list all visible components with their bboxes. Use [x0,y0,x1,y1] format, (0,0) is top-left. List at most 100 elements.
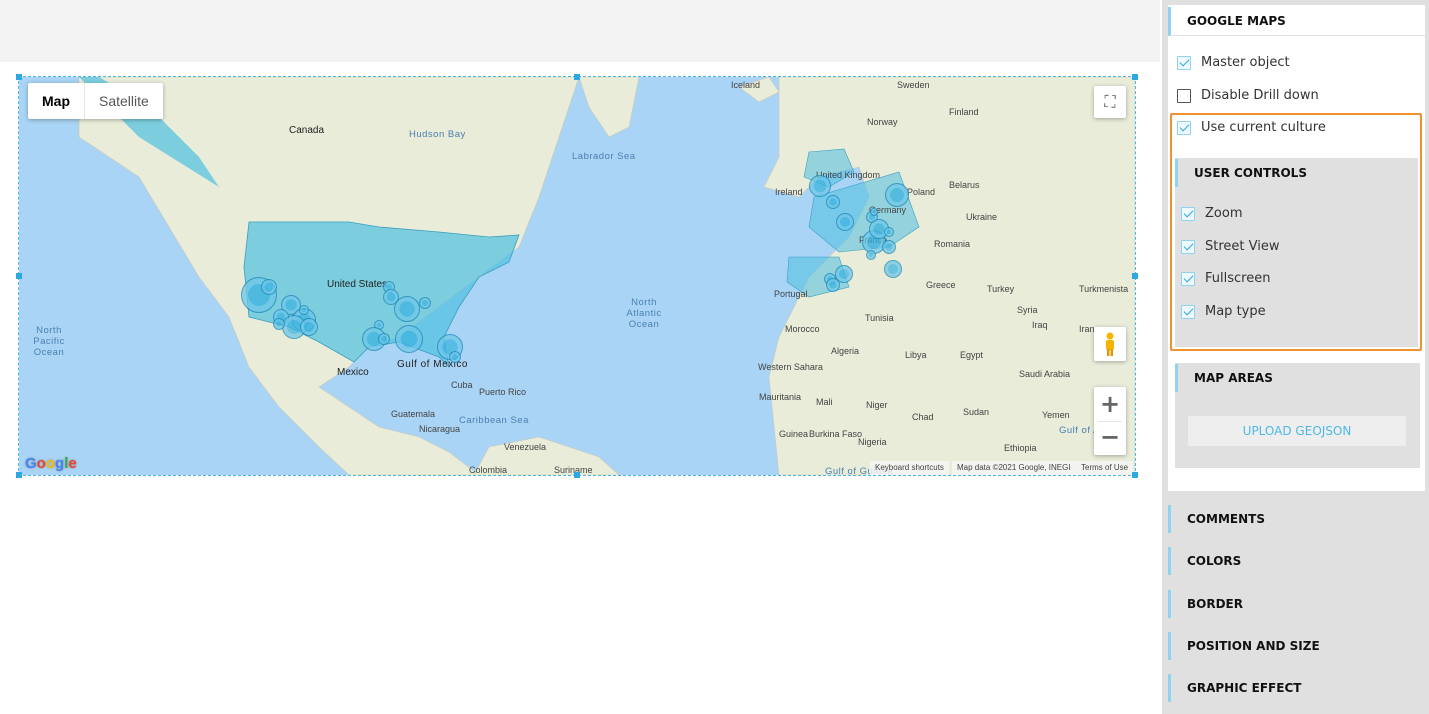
map-marker[interactable] [870,208,878,216]
zoom-out-icon[interactable]: − [1098,421,1122,455]
map-marker[interactable] [885,183,909,207]
map-marker[interactable] [419,297,431,309]
map-type-control[interactable]: Map Satellite [28,83,163,119]
position-and-size-section-header[interactable]: POSITION AND SIZE [1168,632,1320,660]
top-toolbar [0,0,1160,62]
map-marker[interactable] [300,318,318,336]
colors-section-header[interactable]: COLORS [1168,547,1241,575]
map-label: Nicaragua [419,424,461,434]
map-type-satellite-button[interactable]: Satellite [85,83,163,119]
map-label: Caribbean Sea [459,415,529,426]
map-marker[interactable] [836,213,854,231]
map-marker[interactable] [826,195,840,209]
map-label: Western Sahara [758,362,823,372]
map-label: Cuba [451,380,473,390]
map-label: Syria [1017,305,1038,315]
border-section-header[interactable]: BORDER [1168,590,1243,618]
user-controls-section: USER CONTROLS Zoom Street View Fullscree… [1175,158,1418,347]
map-label: Mauritania [759,392,802,402]
map-marker[interactable] [826,278,840,292]
map-data-attribution: Map data ©2021 Google, INEGI [952,461,1076,475]
disable-drill-down-checkbox[interactable]: Disable Drill down [1177,88,1319,103]
map-areas-section: MAP AREAS UPLOAD GEOJSON [1175,363,1420,468]
checkbox-icon[interactable] [1177,120,1191,135]
street-view-pegman-icon[interactable] [1094,327,1126,361]
map-marker[interactable] [809,175,831,197]
map-label: Chad [912,412,934,422]
map-label: Iceland [731,80,761,90]
google-maps-header[interactable]: GOOGLE MAPS [1168,7,1425,36]
checkbox-icon[interactable] [1177,55,1191,70]
google-maps-section: GOOGLE MAPS Master object Disable Drill … [1168,5,1425,491]
map-label: Burkina Faso [809,429,863,439]
keyboard-shortcuts-link[interactable]: Keyboard shortcuts [870,461,949,475]
street-view-checkbox[interactable]: Street View [1181,239,1279,254]
map-label: Canada [289,125,325,136]
map-type-map-button[interactable]: Map [28,83,85,119]
fullscreen-icon[interactable]: ⛶ [1094,86,1126,118]
fullscreen-checkbox[interactable]: Fullscreen [1181,271,1270,286]
map-areas-header[interactable]: MAP AREAS [1175,364,1273,392]
comments-section-header[interactable]: COMMENTS [1168,505,1265,533]
resize-handle[interactable] [1132,74,1138,80]
map-label: Colombia [469,465,508,475]
map-label: Turkey [987,284,1015,294]
map-marker[interactable] [394,296,420,322]
checkbox-icon[interactable] [1181,271,1195,286]
map-label: Nigeria [858,437,887,447]
map-marker[interactable] [882,240,896,254]
map-label: Yemen [1042,410,1070,420]
map-label: Venezuela [504,442,547,452]
master-object-checkbox[interactable]: Master object [1177,55,1290,70]
resize-handle[interactable] [16,273,22,279]
map-label: Guatemala [391,409,436,419]
map-label: Portugal [774,289,808,299]
resize-handle[interactable] [16,472,22,478]
map-label: Finland [949,107,979,117]
map-label: Egypt [960,350,984,360]
map-label: Belarus [949,180,980,190]
zoom-control[interactable]: + − [1094,387,1126,455]
map-label: Iraq [1032,320,1048,330]
map-label: Ireland [775,187,803,197]
map-label: Mali [816,397,833,407]
resize-handle[interactable] [574,74,580,80]
map-type-checkbox[interactable]: Map type [1181,304,1266,319]
resize-handle[interactable] [16,74,22,80]
map-label: North Pacific Ocean [33,325,65,358]
graphic-effect-section-header[interactable]: GRAPHIC EFFECT [1168,674,1301,702]
map-label: Turkmenista [1079,284,1129,294]
checkbox-icon[interactable] [1177,88,1191,103]
map-marker[interactable] [884,227,894,237]
map-label: Guinea [779,429,809,439]
map-label: Poland [907,187,936,197]
map-label: Greece [926,280,956,290]
user-controls-header[interactable]: USER CONTROLS [1175,159,1307,187]
checkbox-icon[interactable] [1181,239,1195,254]
resize-handle[interactable] [574,472,580,478]
checkbox-icon[interactable] [1181,304,1195,319]
map-marker[interactable] [378,333,390,345]
use-current-culture-checkbox[interactable]: Use current culture [1177,120,1326,135]
map-label: Niger [866,400,888,410]
google-map[interactable]: Iceland Sweden Finland Norway Canada Hudson B… [18,76,1136,476]
map-marker[interactable] [261,279,277,295]
map-marker[interactable] [449,351,461,363]
map-marker[interactable] [299,305,309,315]
upload-geojson-button[interactable]: UPLOAD GEOJSON [1188,416,1406,446]
map-marker[interactable] [884,260,902,278]
terms-of-use-link[interactable]: Terms of Use [1076,461,1134,475]
zoom-in-icon[interactable]: + [1100,387,1120,421]
resize-handle[interactable] [1132,273,1138,279]
checkbox-icon[interactable] [1181,206,1195,221]
resize-handle[interactable] [1132,472,1138,478]
highlight-box: Use current culture USER CONTROLS Zoom S… [1170,113,1422,351]
map-marker[interactable] [395,325,423,353]
properties-panel: GOOGLE MAPS Master object Disable Drill … [1162,0,1429,714]
map-label: Romania [934,239,971,249]
map-label: Sudan [963,407,990,417]
zoom-checkbox[interactable]: Zoom [1181,206,1242,221]
map-marker[interactable] [273,318,285,330]
map-label: North Atlantic Ocean [626,297,662,330]
map-marker[interactable] [866,250,876,260]
